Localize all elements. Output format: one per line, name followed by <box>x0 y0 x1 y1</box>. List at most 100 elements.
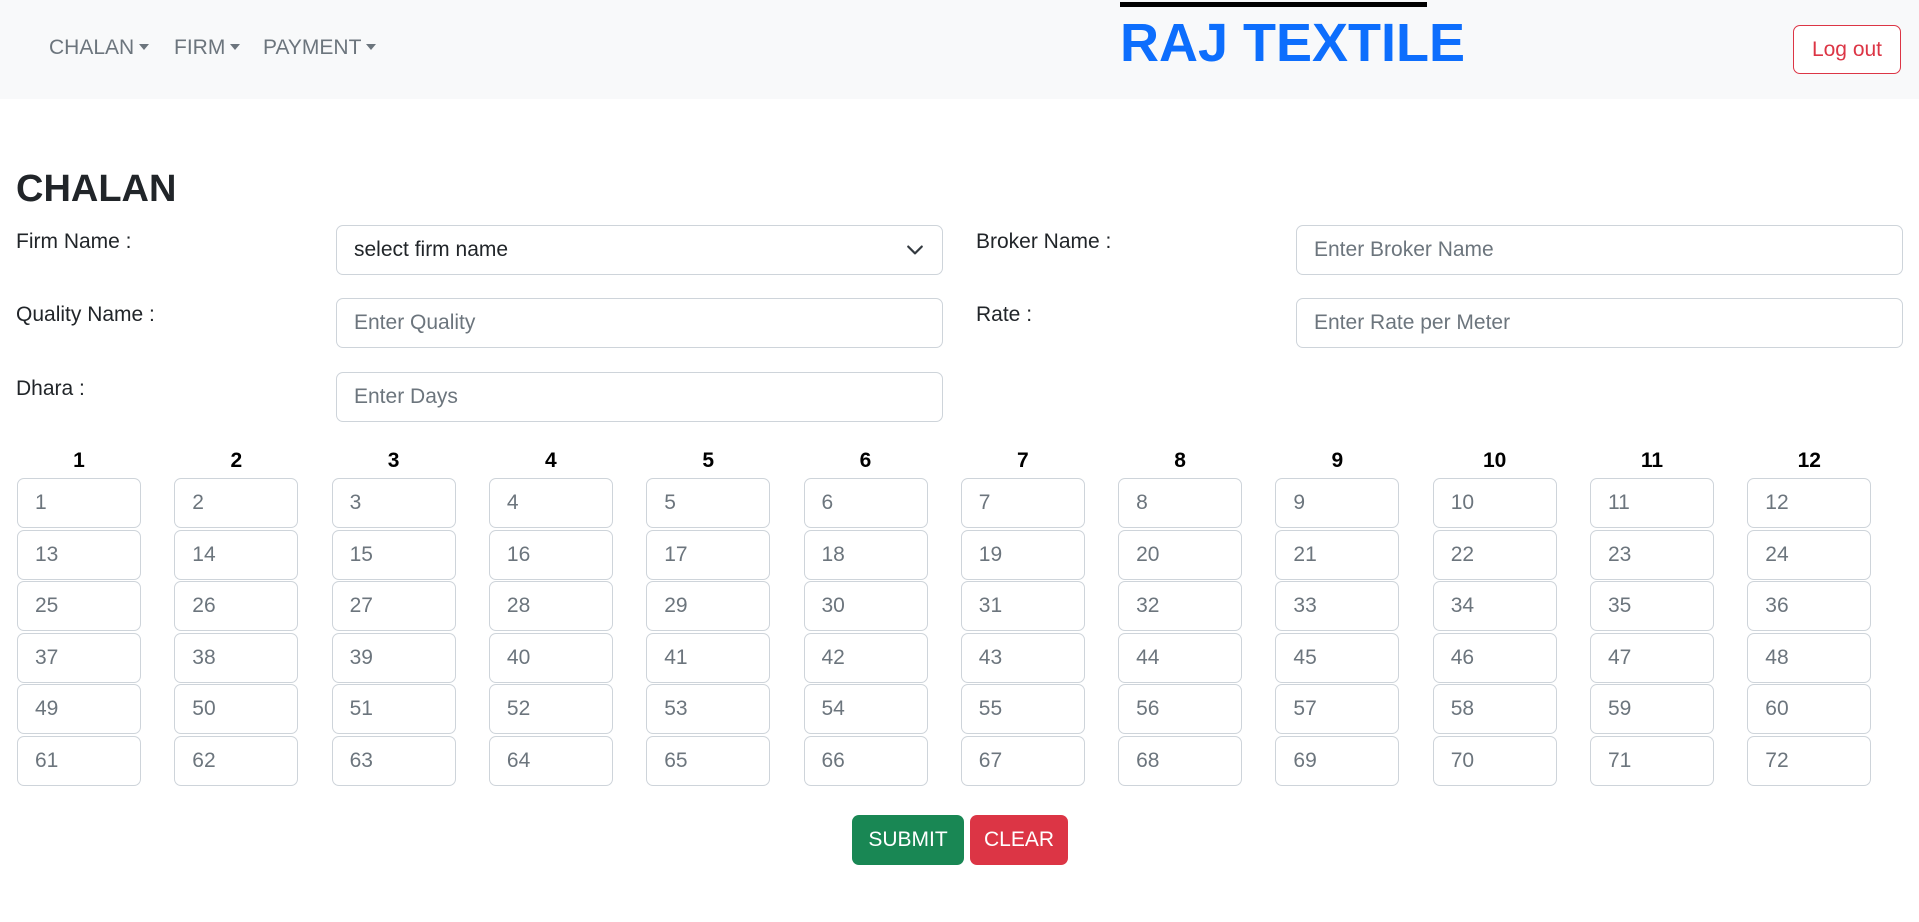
meter-cell-input[interactable] <box>331 581 456 631</box>
meter-cell-input[interactable] <box>17 632 141 683</box>
meter-cell-input[interactable] <box>1118 684 1243 734</box>
meter-cell-input[interactable] <box>960 581 1085 631</box>
logout-button[interactable]: Log out <box>1793 25 1901 74</box>
rate-input[interactable] <box>1296 298 1903 348</box>
page-title: CHALAN <box>16 168 177 210</box>
navbar: CHALAN FIRM PAYMENT RAJ TEXTILE Log out <box>0 0 1919 99</box>
meter-cell-input[interactable] <box>17 581 141 631</box>
meter-cell-input[interactable] <box>488 632 613 683</box>
meter-cell-input[interactable] <box>1747 529 1872 580</box>
meter-cell-input[interactable] <box>1275 632 1400 683</box>
meter-cell-input[interactable] <box>1118 581 1243 631</box>
meter-cell-input[interactable] <box>1118 529 1243 580</box>
meter-cell-input[interactable] <box>646 684 771 734</box>
meter-cell-input[interactable] <box>1432 581 1557 631</box>
meter-cell-input[interactable] <box>1747 735 1872 786</box>
chevron-down-icon <box>907 245 923 255</box>
meter-cell-input[interactable] <box>1118 478 1243 528</box>
meter-cell-input[interactable] <box>1432 478 1557 528</box>
nav-menu-chalan[interactable]: CHALAN <box>49 36 150 60</box>
meter-cell-input[interactable] <box>960 735 1085 786</box>
meter-cell-input[interactable] <box>803 581 928 631</box>
meter-cell-input[interactable] <box>488 735 613 786</box>
meter-cell-input[interactable] <box>331 529 456 580</box>
meter-cell-input[interactable] <box>488 478 613 528</box>
meter-cell-input[interactable] <box>646 632 771 683</box>
caret-down-icon <box>366 44 377 50</box>
meter-cell-input[interactable] <box>1590 684 1714 734</box>
quality-name-label: Quality Name : <box>16 303 155 326</box>
meter-cell-input[interactable] <box>646 581 771 631</box>
meter-cell-input[interactable] <box>488 529 613 580</box>
meter-cell-input[interactable] <box>1590 632 1714 683</box>
nav-menu-payment[interactable]: PAYMENT <box>263 36 377 60</box>
meter-cell-input[interactable] <box>960 684 1085 734</box>
meter-cell-input[interactable] <box>1590 735 1714 786</box>
meter-cell-input[interactable] <box>803 632 928 683</box>
meter-cell-input[interactable] <box>803 529 928 580</box>
meter-cell-input[interactable] <box>1118 735 1243 786</box>
meter-cell-input[interactable] <box>331 632 456 683</box>
meter-cell-input[interactable] <box>1275 581 1400 631</box>
meter-cell-input[interactable] <box>488 684 613 734</box>
meter-cell-input[interactable] <box>17 529 141 580</box>
meter-cell-input[interactable] <box>960 529 1085 580</box>
meter-cell-input[interactable] <box>488 581 613 631</box>
meter-cell-input[interactable] <box>960 632 1085 683</box>
column-header: 3 <box>387 449 400 472</box>
meter-cell-input[interactable] <box>1590 478 1714 528</box>
meter-cell-input[interactable] <box>1747 478 1872 528</box>
meter-cell-input[interactable] <box>331 684 456 734</box>
meter-cell-input[interactable] <box>1118 632 1243 683</box>
meter-cell-input[interactable] <box>960 478 1085 528</box>
meter-cell-input[interactable] <box>1590 529 1714 580</box>
caret-down-icon <box>139 44 150 50</box>
meter-cell-input[interactable] <box>174 581 299 631</box>
clear-button[interactable]: CLEAR <box>970 815 1068 865</box>
meter-cell-input[interactable] <box>803 735 928 786</box>
caret-down-icon <box>230 44 241 50</box>
nav-menu-payment-label: PAYMENT <box>263 36 362 59</box>
submit-button[interactable]: SUBMIT <box>852 815 964 865</box>
meter-cell-input[interactable] <box>1747 684 1872 734</box>
meter-cell-input[interactable] <box>174 684 299 734</box>
nav-menu-firm[interactable]: FIRM <box>174 36 241 60</box>
meter-cell-input[interactable] <box>17 478 141 528</box>
meter-cell-input[interactable] <box>1432 684 1557 734</box>
meter-cell-input[interactable] <box>646 529 771 580</box>
meter-cell-input[interactable] <box>174 632 299 683</box>
meter-cell-input[interactable] <box>1275 735 1400 786</box>
column-header: 7 <box>1016 449 1029 472</box>
meter-cell-input[interactable] <box>646 478 771 528</box>
meter-cell-input[interactable] <box>646 735 771 786</box>
meter-cell-input[interactable] <box>803 478 928 528</box>
dhara-input[interactable] <box>336 372 943 422</box>
meter-cell-input[interactable] <box>17 684 141 734</box>
meter-cell-input[interactable] <box>17 735 141 786</box>
meter-cell-input[interactable] <box>1275 529 1400 580</box>
column-header: 4 <box>545 449 557 472</box>
meter-cell-input[interactable] <box>1747 632 1872 683</box>
meter-cell-input[interactable] <box>1747 581 1872 631</box>
column-header: 2 <box>230 449 243 472</box>
meter-cell-input[interactable] <box>803 684 928 734</box>
meter-cell-input[interactable] <box>1275 478 1400 528</box>
broker-name-input[interactable] <box>1296 225 1903 275</box>
quality-name-input[interactable] <box>336 298 943 348</box>
meter-cell-input[interactable] <box>1590 581 1714 631</box>
meter-cell-input[interactable] <box>174 735 299 786</box>
meter-cell-input[interactable] <box>1275 684 1400 734</box>
meter-cell-input[interactable] <box>1432 632 1557 683</box>
meter-cell-input[interactable] <box>331 478 456 528</box>
meter-cell-input[interactable] <box>331 735 456 786</box>
meter-cell-input[interactable] <box>1432 529 1557 580</box>
meter-cell-input[interactable] <box>1432 735 1557 786</box>
firm-name-select[interactable]: select firm name <box>336 225 943 275</box>
dhara-label: Dhara : <box>16 377 85 400</box>
column-header: 9 <box>1331 449 1344 472</box>
meter-cell-input[interactable] <box>174 478 299 528</box>
firm-name-selected-value: select firm name <box>354 238 509 261</box>
column-header: 6 <box>859 449 872 472</box>
rate-label: Rate : <box>976 303 1033 326</box>
meter-cell-input[interactable] <box>174 529 299 580</box>
